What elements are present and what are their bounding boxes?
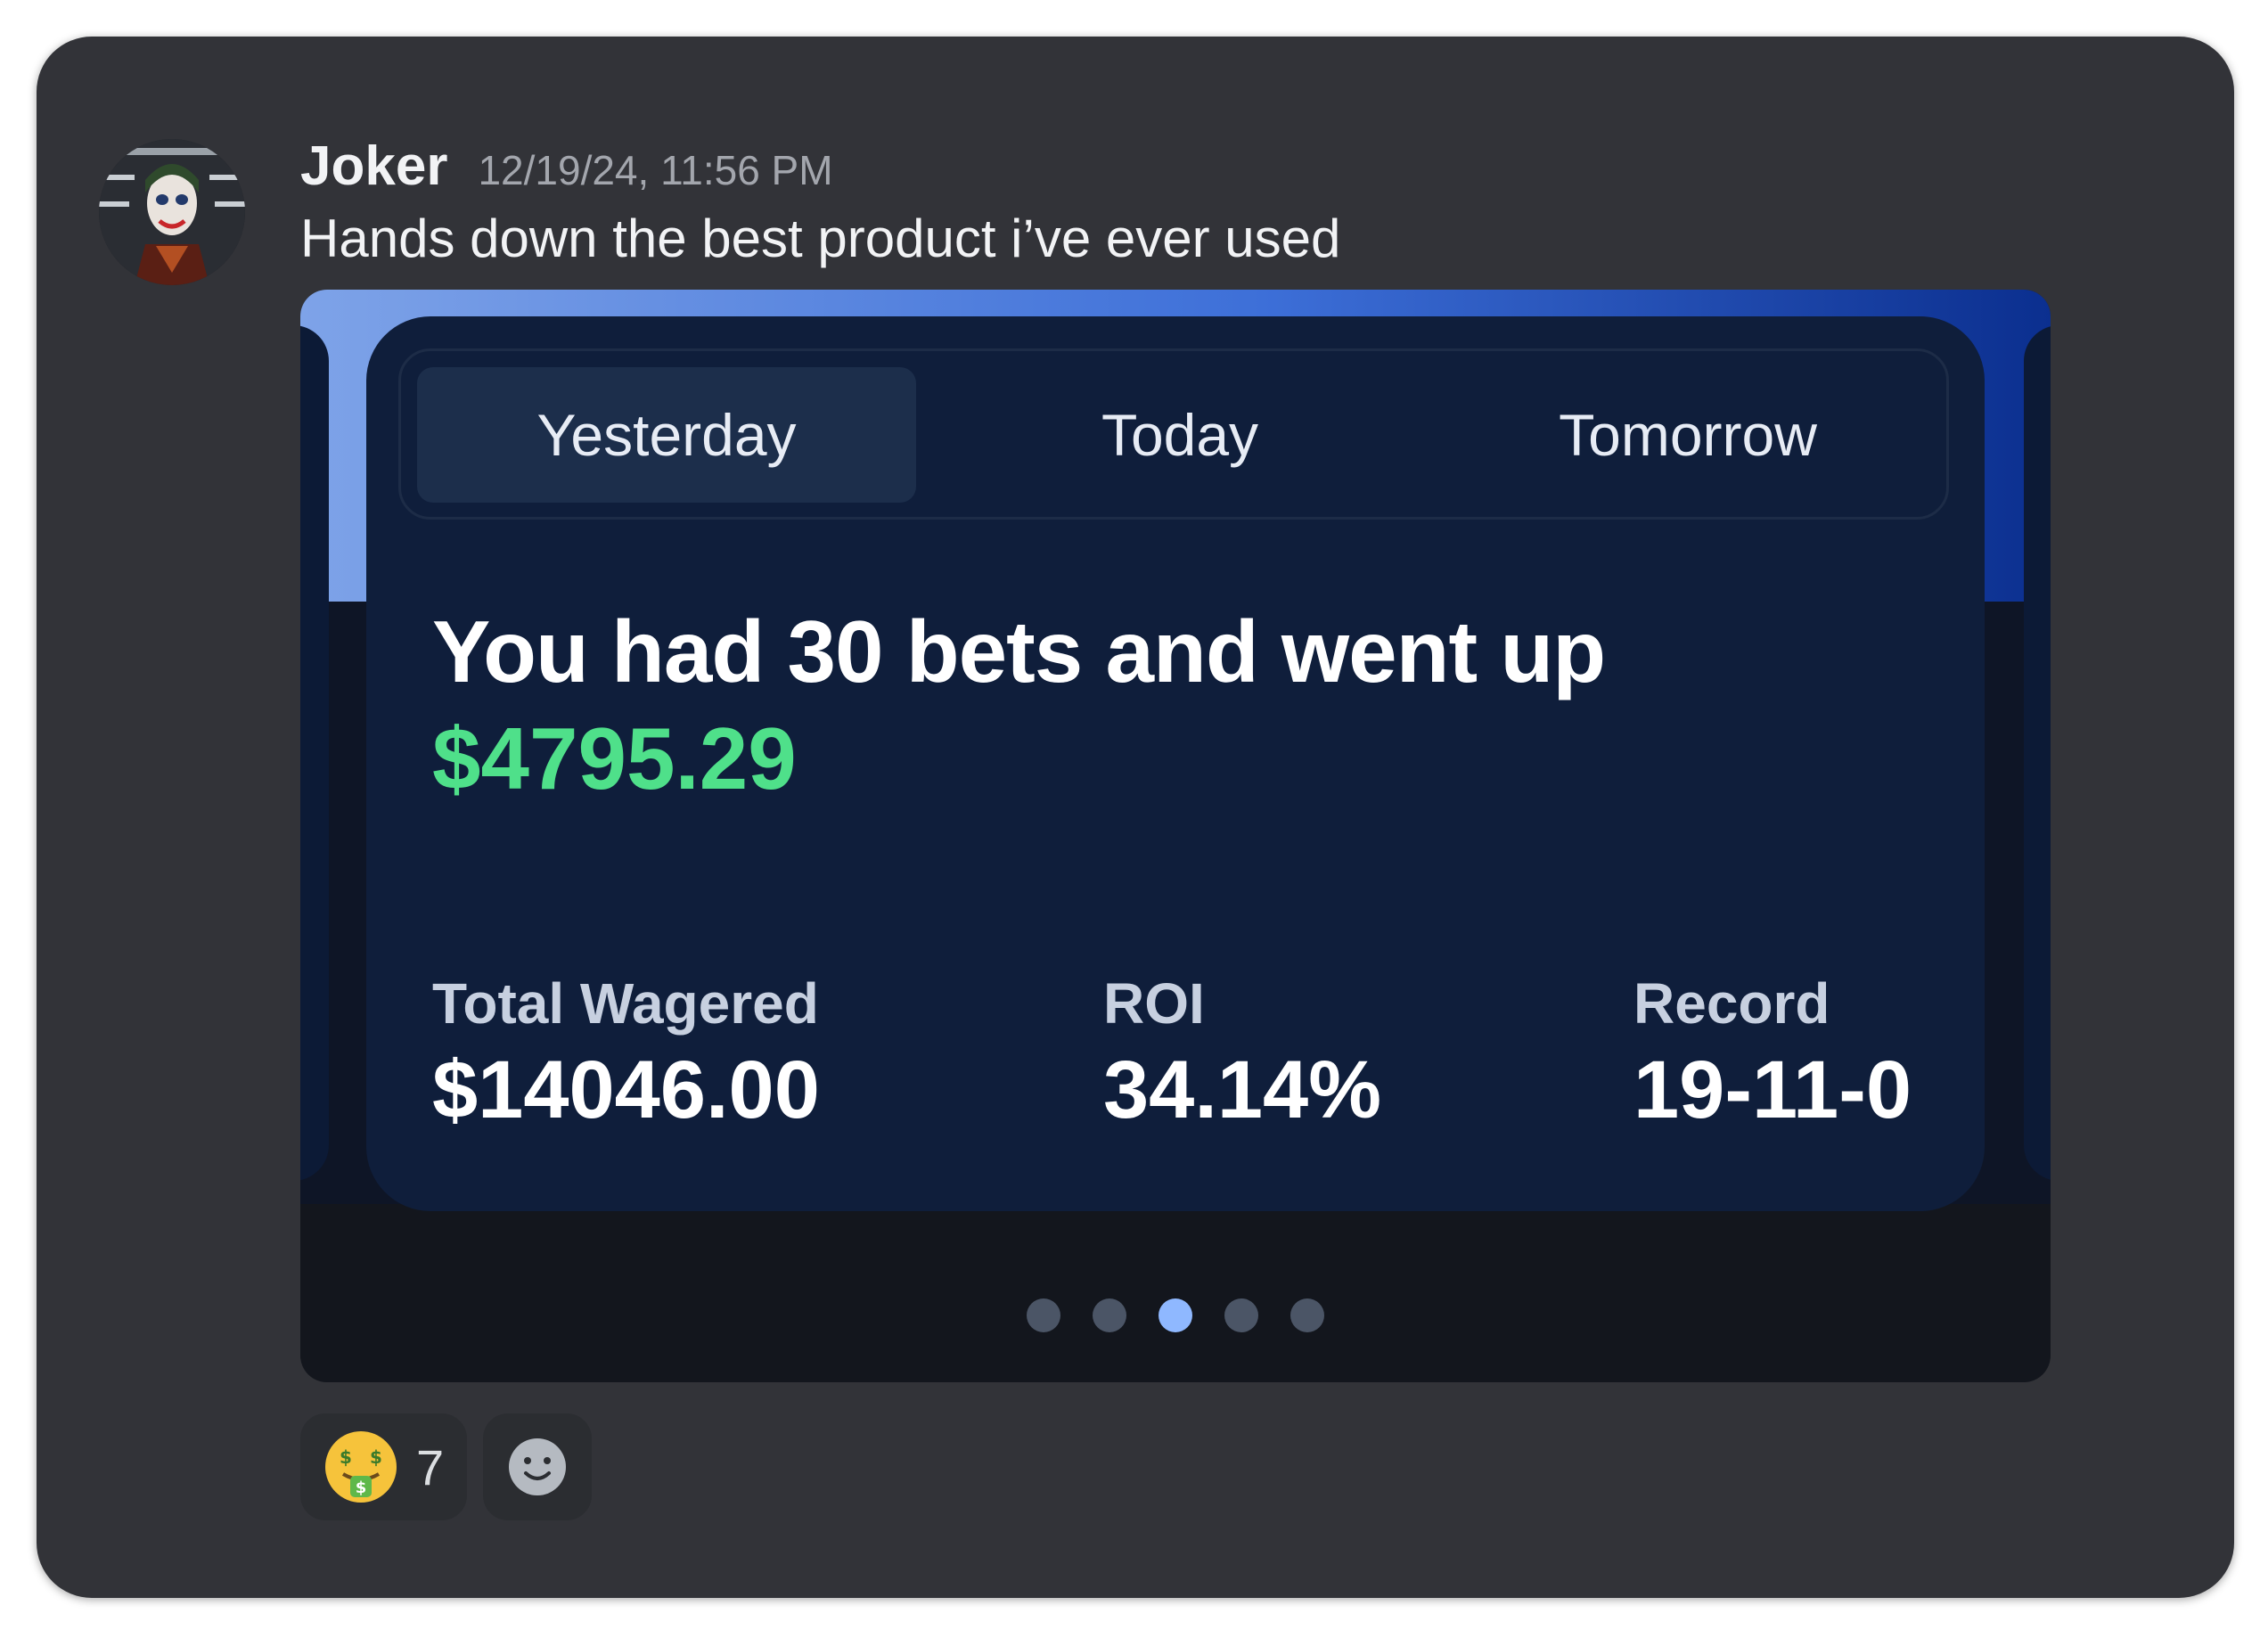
svg-text:$: $ <box>356 1478 367 1497</box>
stat-label: Total Wagered <box>432 971 819 1036</box>
stat-roi: ROI 34.14% <box>1103 971 1381 1137</box>
pagination-dots <box>300 1298 2051 1332</box>
stat-record: Record 19-11-0 <box>1633 971 1912 1137</box>
tab-yesterday[interactable]: Yesterday <box>417 367 916 503</box>
profit-amount: $4795.29 <box>432 709 797 807</box>
avatar[interactable] <box>99 139 245 285</box>
joker-avatar-image <box>99 139 245 285</box>
stat-label: ROI <box>1103 971 1205 1036</box>
username[interactable]: Joker <box>300 135 447 198</box>
timestamp: 12/19/24, 11:56 PM <box>478 147 833 193</box>
reaction-count: 7 <box>416 1438 445 1495</box>
stat-label: Record <box>1633 971 1830 1036</box>
pagination-dot-3[interactable] <box>1159 1298 1192 1332</box>
reactions-bar: $ $ $ 7 <box>300 1413 593 1520</box>
pagination-dot-4[interactable] <box>1224 1298 1258 1332</box>
stat-total-wagered: Total Wagered $14046.00 <box>432 971 820 1137</box>
money-mouth-face-icon: $ $ $ <box>325 1431 397 1503</box>
stat-value: 19-11-0 <box>1633 1044 1912 1135</box>
tab-today[interactable]: Today <box>930 367 1429 503</box>
pagination-dot-5[interactable] <box>1290 1298 1324 1332</box>
stat-value: 34.14% <box>1103 1044 1382 1135</box>
add-reaction-button[interactable] <box>483 1413 593 1520</box>
previous-card-peek <box>300 325 329 1181</box>
message-text: Hands down the best product i’ve ever us… <box>300 209 1341 268</box>
message-header: Joker 12/19/24, 11:56 PM <box>300 135 833 198</box>
add-reaction-icon <box>509 1438 567 1495</box>
pagination-dot-1[interactable] <box>1027 1298 1060 1332</box>
summary-card: Yesterday Today Tomorrow You had 30 bets… <box>366 316 1985 1211</box>
next-card-peek <box>2024 325 2051 1181</box>
svg-text:$: $ <box>370 1446 382 1468</box>
svg-text:$: $ <box>340 1446 352 1468</box>
tab-tomorrow[interactable]: Tomorrow <box>1438 367 1937 503</box>
stat-value: $14046.00 <box>432 1044 820 1135</box>
pagination-dot-2[interactable] <box>1093 1298 1126 1332</box>
message-container: Joker 12/19/24, 11:56 PM Hands down the … <box>37 37 2234 1598</box>
summary-headline: You had 30 bets and went up <box>432 602 1606 700</box>
day-tabs: Yesterday Today Tomorrow <box>398 348 1949 520</box>
image-embed[interactable]: Yesterday Today Tomorrow You had 30 bets… <box>300 290 2051 1382</box>
reaction-money-mouth[interactable]: $ $ $ 7 <box>300 1413 468 1520</box>
